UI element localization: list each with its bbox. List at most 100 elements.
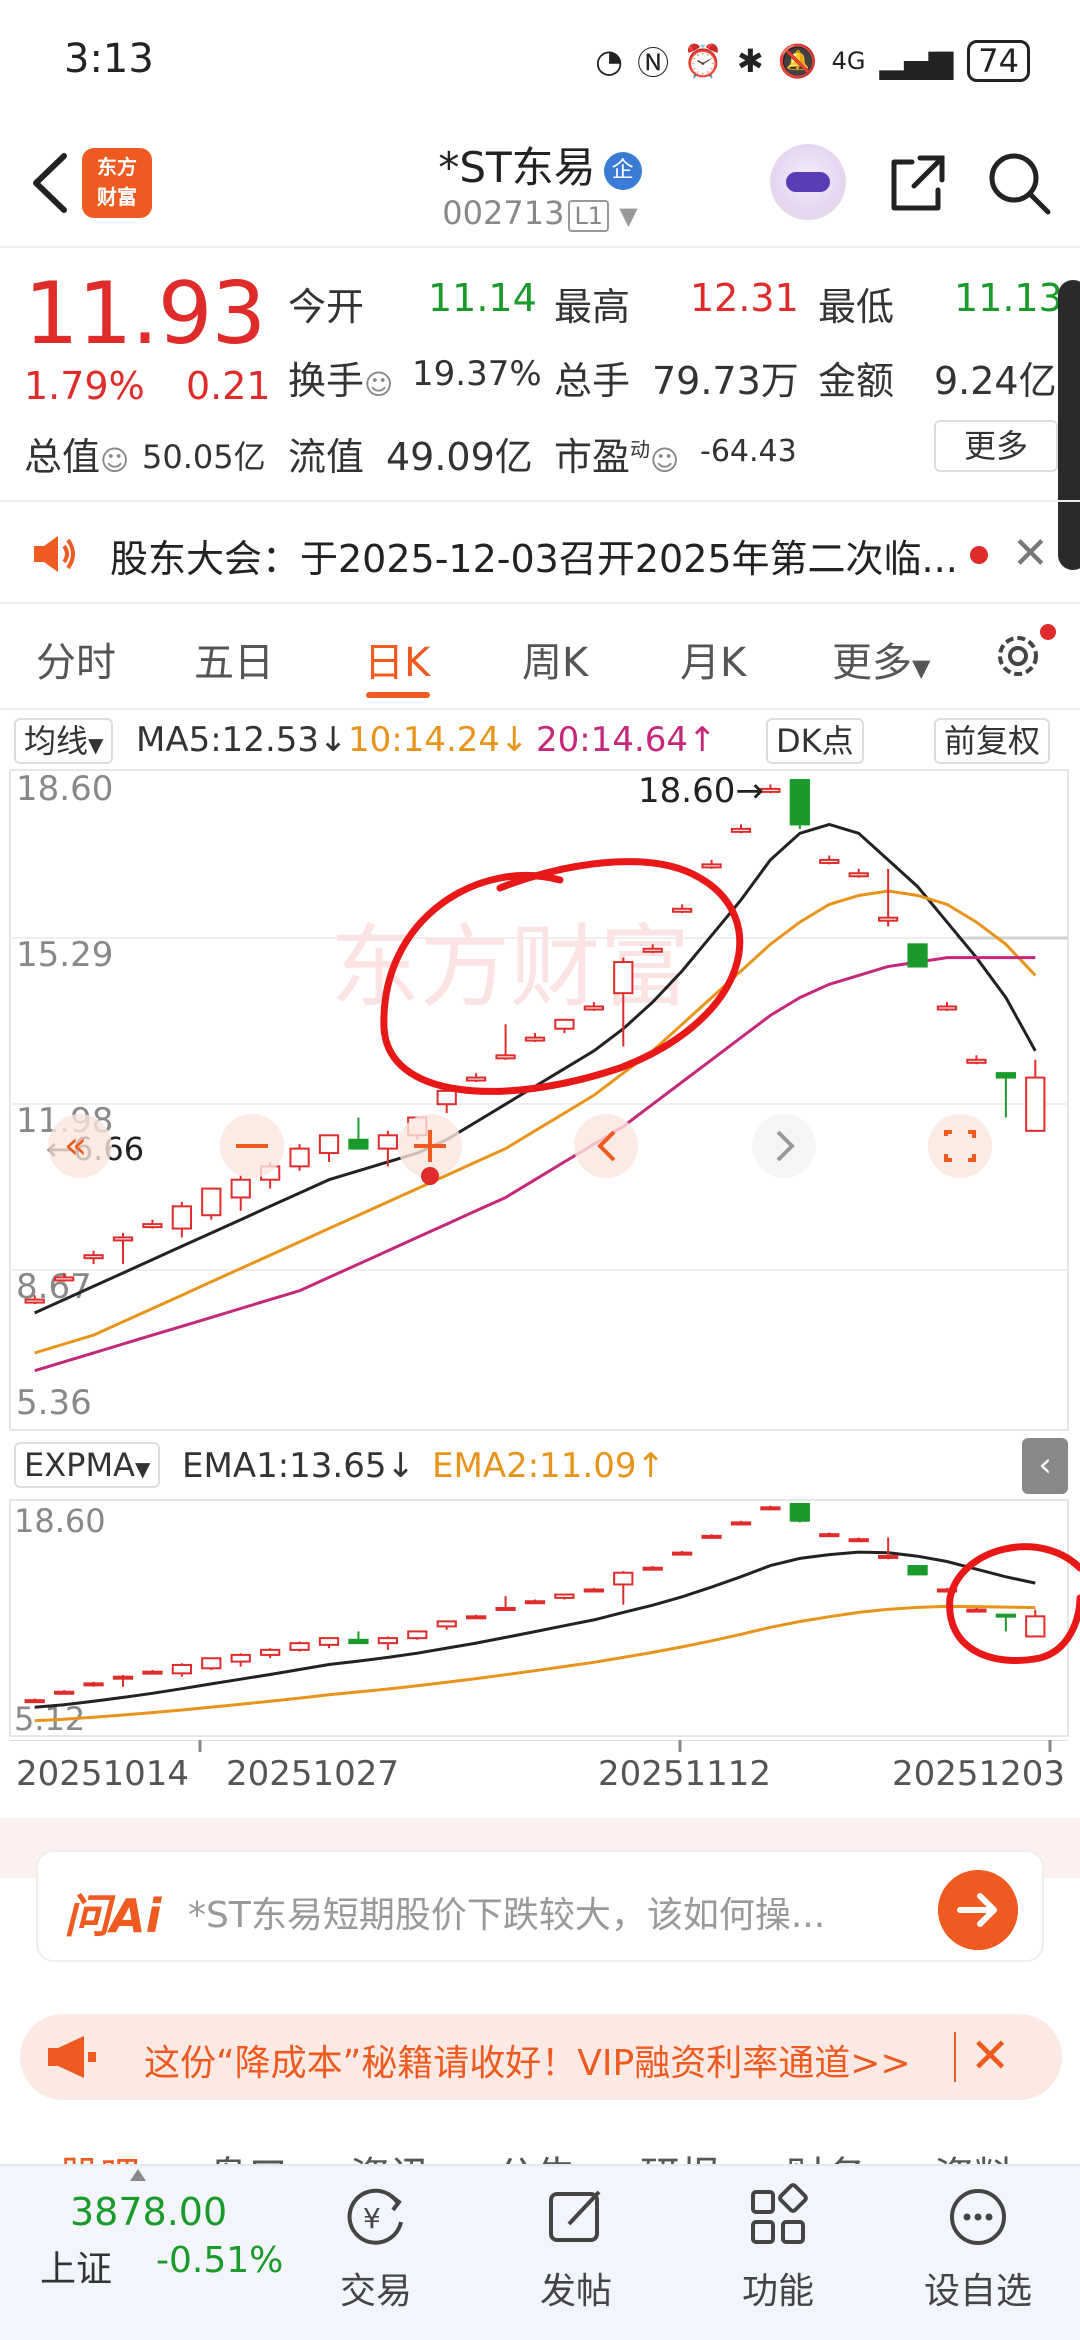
- candle-body: [83, 1254, 104, 1260]
- svg-text:«: «: [64, 1123, 87, 1167]
- dropdown-icon: ▼: [619, 202, 638, 230]
- level-badge: L1: [568, 200, 610, 232]
- tab-daily-k[interactable]: 日K: [364, 630, 430, 688]
- ma-indicator-bar: 均线▼ MA5:12.53↓ 10:14.24↓ 20:14.64↑ DK点 前…: [0, 712, 1080, 768]
- detail-tabs-peek: 股吧 盘口 资讯 公告 研报 财务 资料: [0, 2140, 1080, 2164]
- candle: [318, 1134, 340, 1162]
- ema-candle: [348, 1631, 369, 1645]
- arrow-right-icon[interactable]: [938, 1870, 1018, 1950]
- share-icon[interactable]: [884, 150, 950, 216]
- ai-question-box[interactable]: 问Ai *ST东易短期股价下跌较大，该如何操...: [36, 1850, 1044, 1962]
- candle-body: [613, 961, 634, 995]
- edit-icon: [549, 2190, 601, 2242]
- tab-weekly-k[interactable]: 周K: [522, 630, 588, 688]
- gear-icon[interactable]: [990, 628, 1046, 684]
- ema-candle: [907, 1565, 928, 1576]
- kline-chart[interactable]: 东方财富 18.6015.2911.988.675.36 18.60→ ←6.6…: [0, 768, 1080, 1434]
- candle: [789, 779, 810, 829]
- ema1-line: [34, 1550, 1036, 1709]
- tab-minute[interactable]: 分时: [36, 630, 116, 688]
- header: 东方 财富 *ST东易企 002713 L1 ▼: [0, 120, 1080, 248]
- close-icon[interactable]: ✕: [1012, 528, 1049, 579]
- nfc-icon: Ⓝ: [637, 44, 670, 82]
- candle-body: [54, 1690, 75, 1695]
- scroll-right-button[interactable]: [752, 1114, 816, 1178]
- nav-post[interactable]: 发帖: [506, 2170, 646, 2320]
- promo-banner[interactable]: 这份“降成本”秘籍请收好！VIP融资利率通道>> ✕: [20, 2014, 1062, 2100]
- scroll-left-button[interactable]: [574, 1114, 638, 1178]
- ai-robot-icon[interactable]: [770, 144, 846, 220]
- period-tabs: 分时 五日 日K 周K 月K 更多▼: [0, 606, 1080, 710]
- zoom-out-button[interactable]: «: [48, 1114, 112, 1178]
- expma-selector[interactable]: EXPMA▼: [14, 1442, 161, 1488]
- nav-add-watchlist[interactable]: 设自选: [908, 2170, 1048, 2320]
- index-name[interactable]: 上证: [40, 2240, 112, 2292]
- high-label: 最高: [554, 285, 631, 329]
- more-button[interactable]: 更多: [934, 420, 1058, 472]
- candle-body: [642, 947, 663, 953]
- candle: [201, 1187, 222, 1220]
- volume-value: 79.73万: [652, 359, 799, 403]
- ma-selector[interactable]: 均线▼: [14, 718, 114, 764]
- adjust-button[interactable]: 前复权: [934, 718, 1051, 764]
- index-change[interactable]: -0.51%: [156, 2240, 283, 2281]
- candle-body: [760, 1506, 781, 1511]
- turnover-value: 19.37%: [412, 354, 542, 394]
- mktcap-label: 总值☺: [24, 435, 130, 479]
- candle: [936, 1002, 958, 1011]
- candle-body: [995, 1613, 1016, 1618]
- ema-lines: [34, 1550, 1036, 1723]
- candle-body: [554, 1593, 575, 1599]
- date-label: 20251014: [16, 1754, 190, 1794]
- ma-lines: [34, 822, 1037, 1373]
- ema-candle: [230, 1653, 251, 1667]
- ema-candle: [848, 1537, 869, 1543]
- y-axis-labels: 18.6015.2911.988.675.36: [16, 769, 113, 1423]
- ema1-value: EMA1:13.65↓: [182, 1446, 415, 1486]
- candle-body: [230, 1653, 251, 1663]
- candle-body: [495, 1606, 516, 1611]
- candle-body: [83, 1682, 104, 1687]
- ema-candles: [24, 1503, 1046, 1704]
- candle: [672, 904, 693, 914]
- search-icon[interactable]: [984, 148, 1054, 218]
- ema-candle: [377, 1636, 398, 1650]
- y-axis-label: 5.36: [16, 1383, 92, 1423]
- ema-candle: [730, 1520, 752, 1526]
- ema2-value: EMA2:11.09↑: [432, 1446, 665, 1486]
- candle: [142, 1219, 163, 1229]
- candle-body: [407, 1630, 428, 1640]
- candle-body: [230, 1178, 251, 1199]
- candle: [554, 1018, 575, 1034]
- close-icon[interactable]: ✕: [970, 2028, 1010, 2084]
- candle-body: [672, 907, 693, 913]
- settings-badge-dot: [1040, 624, 1056, 640]
- trade-icon: ¥: [347, 2188, 403, 2245]
- nav-trade[interactable]: ¥ 交易: [306, 2170, 446, 2320]
- candle-body: [142, 1223, 163, 1229]
- tab-monthly-k[interactable]: 月K: [680, 630, 746, 688]
- candle: [495, 1024, 516, 1060]
- promo-text: 这份“降成本”秘籍请收好！VIP融资利率通道>>: [144, 2043, 911, 2084]
- ema-candle: [289, 1641, 310, 1652]
- zoom-minus-button[interactable]: [220, 1114, 284, 1178]
- notice-bar[interactable]: 股东大会：于2025-12-03召开2025年第二次临... ✕: [0, 500, 1080, 604]
- collapse-button[interactable]: ‹: [1022, 1438, 1068, 1494]
- candle: [524, 1033, 546, 1043]
- nav-functions[interactable]: 功能: [708, 2170, 848, 2320]
- amount-label: 金额: [818, 359, 895, 403]
- expma-chart[interactable]: 18.60 5.12: [0, 1498, 1080, 1738]
- change-amount: 0.21: [186, 364, 271, 408]
- float-value: 49.09亿: [386, 435, 533, 479]
- network-label: 4G: [831, 47, 866, 75]
- fullscreen-button[interactable]: [928, 1114, 992, 1178]
- dk-point-button[interactable]: DK点: [766, 718, 864, 764]
- index-value[interactable]: 3878.00: [70, 2190, 227, 2234]
- candle: [171, 1201, 192, 1238]
- ema-candle: [142, 1669, 163, 1675]
- candles: [24, 779, 1046, 1305]
- tab-five-day[interactable]: 五日: [194, 630, 274, 688]
- quote-panel: 11.93 1.79% 0.21 今开 11.14 最高 12.31 最低 11…: [0, 248, 1080, 500]
- tab-more[interactable]: 更多▼: [832, 630, 930, 688]
- candle-body: [848, 1538, 869, 1543]
